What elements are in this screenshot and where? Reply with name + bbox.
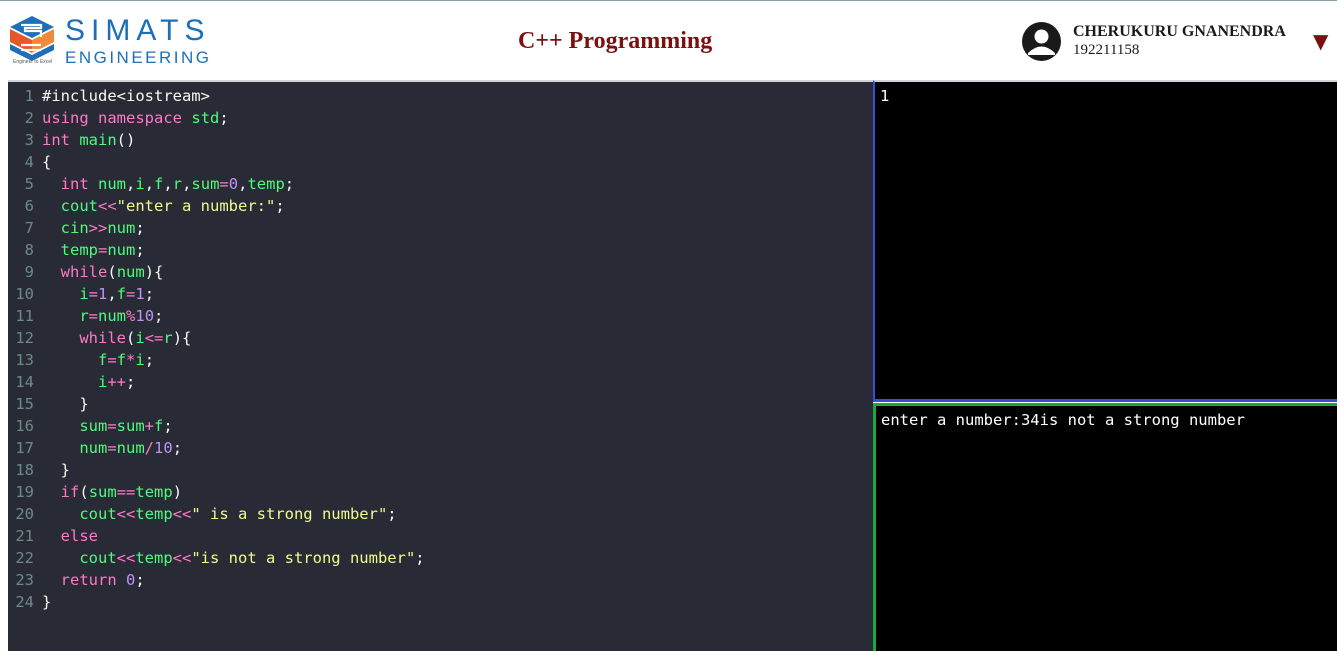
line-number: 7 [24, 219, 34, 237]
user-id: 192211158 [1073, 42, 1140, 58]
page-title: C++ Programming [518, 28, 713, 54]
line-number: 8 [24, 241, 34, 259]
code-line[interactable]: 18 } [8, 459, 425, 481]
input-text[interactable]: 1 [880, 86, 889, 106]
code-text[interactable]: if(sum==temp) [42, 483, 182, 501]
line-number: 6 [24, 197, 34, 215]
code-line[interactable]: 16 sum=sum+f; [8, 415, 425, 437]
code-line[interactable]: 1 #include<iostream> [8, 85, 425, 107]
code-text[interactable]: } [42, 593, 51, 611]
code-text[interactable]: cout<<temp<<" is a strong number"; [42, 505, 396, 523]
line-number: 13 [15, 351, 34, 369]
code-text[interactable]: r=num%10; [42, 307, 163, 325]
output-text: enter a number:34is not a strong number [881, 411, 1245, 429]
line-number: 11 [15, 307, 34, 325]
code-lines[interactable]: 1 #include<iostream> 2 using namespace std;… [8, 85, 425, 613]
code-text[interactable]: while(num){ [42, 263, 164, 281]
code-line[interactable]: 8 temp=num; [8, 239, 425, 261]
code-line[interactable]: 20 cout<<temp<<" is a strong number"; [8, 503, 425, 525]
code-line[interactable]: 24} [8, 591, 425, 613]
user-avatar-icon [1022, 22, 1061, 61]
code-text[interactable]: } [42, 461, 70, 479]
line-number: 15 [15, 395, 34, 413]
code-text[interactable]: cin>>num; [42, 219, 145, 237]
code-line[interactable]: 6 cout<<"enter a number:"; [8, 195, 425, 217]
line-number: 20 [15, 505, 34, 523]
code-line[interactable]: 15 } [8, 393, 425, 415]
brand-name: SIMATS [65, 14, 211, 47]
brand-tagline: Engineer to Excel [13, 59, 53, 65]
code-line[interactable]: 5 int num,i,f,r,sum=0,temp; [8, 173, 425, 195]
chevron-down-icon[interactable]: ▼ [1313, 31, 1328, 51]
code-line[interactable]: 22 cout<<temp<<"is not a strong number"; [8, 547, 424, 569]
line-number: 21 [15, 527, 34, 545]
line-number: 18 [15, 461, 34, 479]
code-text[interactable]: int main() [42, 131, 135, 149]
line-number: 14 [15, 373, 34, 391]
code-text[interactable]: cout<<"enter a number:"; [42, 197, 285, 215]
line-number: 24 [15, 593, 34, 611]
code-text[interactable]: return 0; [42, 571, 145, 589]
code-line[interactable]: 4{ [8, 151, 425, 173]
code-text[interactable]: using namespace std; [42, 109, 229, 127]
app-header: Engineer to Excel SIMATS ENGINEERING C++… [0, 0, 1337, 80]
line-number: 2 [24, 109, 34, 127]
line-number: 16 [15, 417, 34, 435]
code-line[interactable]: 23 return 0; [8, 569, 425, 591]
line-number: 1 [24, 87, 34, 105]
code-line[interactable]: 3 int main() [8, 129, 425, 151]
brand-sub: ENGINEERING [65, 48, 212, 67]
simats-logo[interactable]: Engineer to Excel SIMATS ENGINEERING [7, 15, 212, 71]
code-text[interactable]: int num,i,f,r,sum=0,temp; [42, 175, 294, 193]
code-text[interactable]: } [42, 395, 88, 413]
line-number: 22 [15, 549, 34, 567]
line-number: 4 [24, 153, 34, 171]
code-text[interactable]: num=num/10; [42, 439, 182, 457]
code-editor[interactable]: 1 #include<iostream> 2 using namespace std;… [8, 80, 873, 651]
code-line[interactable]: 2 using namespace std; [8, 107, 425, 129]
code-line[interactable]: 13 f=f*i; [8, 349, 425, 371]
line-number: 9 [24, 263, 34, 281]
line-number: 10 [15, 285, 34, 303]
code-line[interactable]: 14 i++; [8, 371, 425, 393]
code-line[interactable]: 17 num=num/10; [8, 437, 425, 459]
line-number: 17 [15, 439, 34, 457]
code-line[interactable]: 11 r=num%10; [8, 305, 425, 327]
line-number: 23 [15, 571, 34, 589]
code-line[interactable]: 9 while(num){ [8, 261, 425, 283]
line-number: 3 [24, 131, 34, 149]
code-text[interactable]: else [42, 527, 98, 545]
user-name: CHERUKURU GNANENDRA [1073, 23, 1286, 40]
code-text[interactable]: f=f*i; [42, 351, 154, 369]
output-panel: enter a number:34is not a strong number [873, 403, 1337, 651]
code-line[interactable]: 21 else [8, 525, 425, 547]
code-text[interactable]: i=1,f=1; [42, 285, 154, 303]
line-number: 12 [15, 329, 34, 347]
code-text[interactable]: sum=sum+f; [42, 417, 172, 435]
code-line[interactable]: 12 while(i<=r){ [8, 327, 425, 349]
code-text[interactable]: cout<<temp<<"is not a strong number"; [42, 549, 424, 567]
code-line[interactable]: 19 if(sum==temp) [8, 481, 425, 503]
code-text[interactable]: i++; [42, 373, 135, 391]
code-line[interactable]: 10 i=1,f=1; [8, 283, 425, 305]
code-line[interactable]: 7 cin>>num; [8, 217, 425, 239]
input-panel[interactable]: 1 [873, 80, 1337, 402]
code-text[interactable]: #include<iostream> [42, 87, 210, 105]
code-text[interactable]: temp=num; [42, 241, 145, 259]
simats-logo-icon [10, 16, 54, 61]
line-number: 19 [15, 483, 34, 501]
code-text[interactable]: { [42, 153, 51, 171]
line-number: 5 [24, 175, 34, 193]
code-text[interactable]: while(i<=r){ [42, 329, 191, 347]
